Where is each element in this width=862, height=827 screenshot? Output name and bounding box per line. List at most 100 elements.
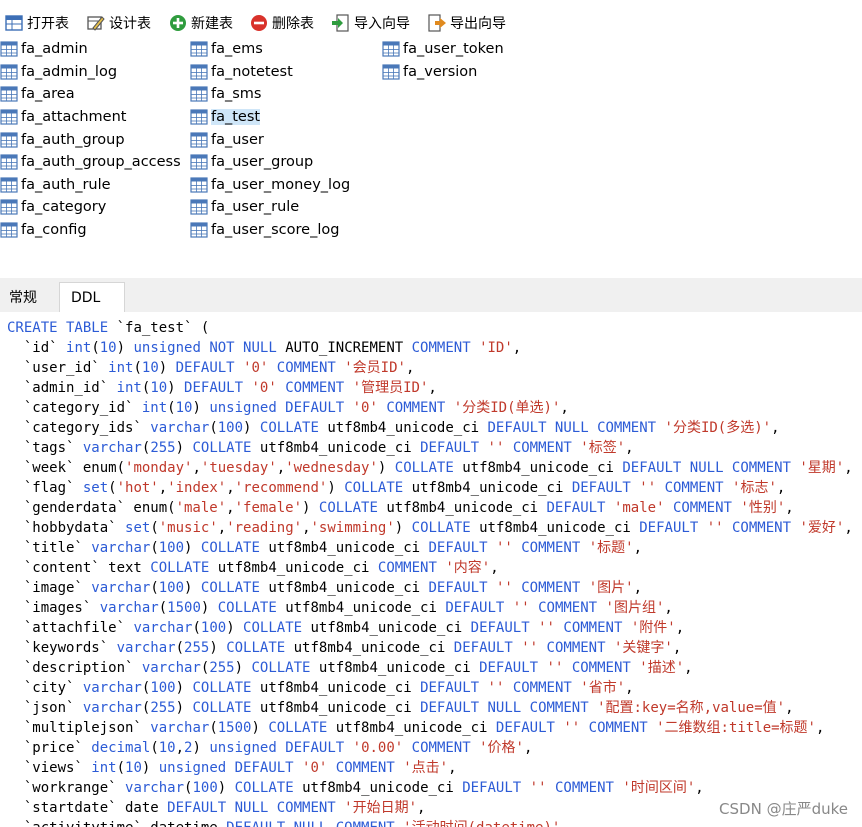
sql-text: ( — [108, 480, 117, 496]
sql-string: '活动时间(datetime)' — [403, 820, 560, 827]
table-item[interactable]: fa_attachment — [0, 106, 181, 129]
sql-string: '' — [538, 620, 555, 636]
table-item[interactable]: fa_user_money_log — [190, 174, 350, 197]
new-table-button[interactable]: 新建表 — [168, 12, 233, 34]
sql-text: ) — [192, 740, 210, 756]
sql-text: , — [672, 640, 682, 656]
table-item[interactable]: fa_auth_group_access — [0, 151, 181, 174]
sql-text: utf8mb4_unicode_ci — [310, 660, 480, 676]
table-item[interactable]: fa_user_group — [190, 151, 350, 174]
sql-text: , — [560, 400, 569, 416]
sql-string: '' — [487, 440, 505, 456]
sql-keyword: int — [108, 360, 134, 376]
export-wizard-button[interactable]: 导出向导 — [427, 12, 506, 34]
sql-text: ( — [158, 600, 168, 616]
table-item[interactable]: fa_sms — [190, 83, 350, 106]
table-item[interactable]: fa_user — [190, 128, 350, 151]
table-item[interactable]: fa_config — [0, 219, 181, 242]
sql-text: , — [192, 460, 201, 476]
sql-text: , — [226, 500, 235, 516]
table-item[interactable]: fa_area — [0, 83, 181, 106]
sql-text: ( — [167, 400, 176, 416]
sql-keyword: set — [125, 520, 151, 536]
table-item[interactable]: fa_version — [382, 61, 504, 84]
sql-string: 'male' — [613, 500, 665, 516]
sql-keyword: DEFAULT — [184, 380, 244, 396]
sql-keyword: COLLATE — [192, 680, 252, 696]
table-item[interactable]: fa_ems — [190, 38, 350, 61]
sql-text: `image` — [7, 580, 92, 596]
sql-keyword: int — [116, 380, 142, 396]
sql-keyword: COLLATE — [394, 460, 454, 476]
table-item[interactable]: fa_auth_rule — [0, 174, 181, 197]
sql-text: ( — [150, 740, 159, 756]
sql-text: ( — [116, 760, 126, 776]
tab-ddl[interactable]: DDL — [59, 282, 125, 312]
table-item[interactable]: fa_user_score_log — [190, 219, 350, 242]
table-icon — [382, 64, 400, 80]
sql-keyword: DEFAULT — [639, 520, 699, 536]
sql-keyword: COLLATE — [411, 520, 471, 536]
sql-keyword: COLLATE — [318, 500, 378, 516]
design-table-button[interactable]: 设计表 — [86, 12, 151, 34]
sql-string: '0' — [243, 360, 269, 376]
table-item-label: fa_sms — [211, 86, 262, 103]
sql-keyword: 1500 — [217, 720, 252, 736]
table-item-label: fa_attachment — [21, 109, 127, 126]
sql-text: `user_id` — [7, 360, 109, 376]
sql-keyword: COMMENT — [664, 480, 724, 496]
table-item[interactable]: fa_notetest — [190, 61, 350, 84]
table-item[interactable]: fa_user_token — [382, 38, 504, 61]
table-item[interactable]: fa_auth_group — [0, 128, 181, 151]
ddl-line: `views` int(10) unsigned DEFAULT '0' COM… — [7, 758, 457, 778]
sql-string: '描述' — [639, 660, 685, 676]
sql-keyword: COMMENT — [521, 580, 581, 596]
table-item[interactable]: fa_category — [0, 196, 181, 219]
sql-text: `hobbydata` — [7, 520, 126, 536]
sql-text: ) — [184, 580, 201, 596]
table-item-label: fa_admin_log — [21, 63, 118, 80]
sql-string: 'tuesday' — [200, 460, 277, 476]
table-item[interactable]: fa_admin — [0, 38, 181, 61]
delete-table-button[interactable]: 删除表 — [249, 12, 314, 34]
sql-text: , — [844, 520, 853, 536]
sql-keyword: varchar — [133, 620, 193, 636]
sql-string: '时间区间' — [622, 780, 696, 796]
sql-text: `id` — [7, 340, 67, 356]
ddl-code-view[interactable]: CREATE TABLE `fa_test` ( `id` int(10) un… — [0, 312, 862, 827]
table-icon — [0, 64, 18, 80]
table-item[interactable]: fa_admin_log — [0, 61, 181, 84]
sql-keyword: COMMENT — [546, 640, 606, 656]
sql-text: ) — [394, 520, 412, 536]
sql-text: , — [844, 460, 853, 476]
table-item[interactable]: fa_user_rule — [190, 196, 350, 219]
sql-text: `tags` — [7, 440, 83, 456]
open-table-button[interactable]: 打开表 — [4, 12, 69, 34]
table-item[interactable]: fa_test — [190, 106, 350, 129]
sql-string: 'monday' — [125, 460, 193, 476]
import-wizard-button[interactable]: 导入向导 — [331, 12, 410, 34]
tab-general[interactable]: 常规 — [0, 282, 58, 312]
sql-keyword: COMMENT — [411, 740, 471, 756]
sql-text: , — [490, 560, 499, 576]
sql-text: ( — [91, 340, 100, 356]
table-icon — [190, 41, 208, 57]
sql-text: , — [675, 620, 685, 636]
sql-text: ) — [184, 540, 201, 556]
sql-string: '' — [521, 640, 539, 656]
sql-text: `workrange` — [7, 780, 126, 796]
table-item-label: fa_category — [21, 199, 107, 216]
sql-string: '性别' — [740, 500, 786, 516]
sql-string: '' — [706, 520, 724, 536]
sql-string: '二维数组:title=标题' — [656, 720, 816, 736]
sql-string: 'ID' — [479, 340, 513, 356]
